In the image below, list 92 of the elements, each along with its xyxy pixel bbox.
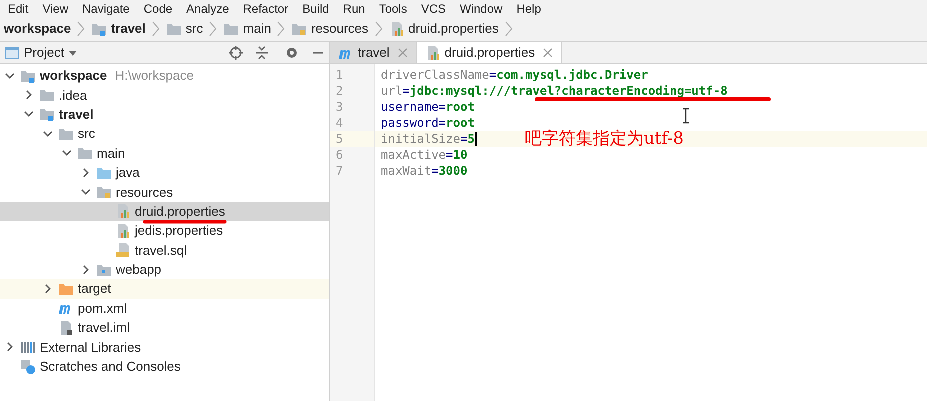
folder-icon <box>77 145 93 162</box>
menu-item[interactable]: Build <box>302 2 330 16</box>
menu-item[interactable]: Edit <box>8 2 29 16</box>
tree-row[interactable]: main <box>0 144 329 163</box>
path-hint: H:\workspace <box>115 66 194 85</box>
file-name: resources <box>116 184 174 200</box>
breadcrumb[interactable]: druid.properties <box>408 18 499 38</box>
properties-file-icon <box>115 203 131 220</box>
tree-row[interactable]: pom.xml <box>0 298 329 318</box>
file-name: travel.iml <box>78 320 130 336</box>
separator-icon <box>277 20 286 36</box>
breadcrumb[interactable]: src <box>186 18 204 38</box>
line-number: 7 <box>335 163 344 179</box>
menu-item[interactable]: Run <box>343 2 366 16</box>
library-icon <box>20 339 36 356</box>
line-number: 3 <box>335 99 344 115</box>
collapse-icon[interactable] <box>255 46 269 60</box>
folder-icon <box>39 106 55 122</box>
menu-item[interactable]: Tools <box>379 2 408 16</box>
separator-icon <box>209 20 218 36</box>
separator-icon <box>77 20 86 36</box>
tree-row[interactable]: travel.sql <box>0 240 329 260</box>
breadcrumb[interactable]: travel <box>111 18 146 38</box>
tree-row[interactable]: jedis.properties <box>0 221 329 241</box>
separator-icon <box>152 20 160 36</box>
menu-item[interactable]: View <box>42 2 68 16</box>
code-line: maxWait=3000 <box>381 163 468 179</box>
code-line: password=root <box>381 115 475 131</box>
menu-item[interactable]: VCS <box>421 2 446 16</box>
file-name: main <box>97 146 126 161</box>
editor-tab[interactable]: druid.properties <box>416 42 562 63</box>
settings-icon[interactable] <box>285 46 299 60</box>
menu-item[interactable]: Refactor <box>243 2 289 16</box>
code-line: driverClassName=com.mysql.jdbc.Driver <box>381 67 648 83</box>
window-icon <box>4 44 20 60</box>
tree-row[interactable]: travel.iml <box>0 318 329 338</box>
line-number: 6 <box>335 147 344 163</box>
file-name: pom.xml <box>78 300 128 316</box>
file-name: druid.properties <box>135 204 226 219</box>
menu-item[interactable]: Code <box>144 2 173 16</box>
line-number: 5 <box>330 131 374 147</box>
line-number: 2 <box>335 83 344 99</box>
text-cursor <box>474 132 477 146</box>
file-name: Scratches and Consoles <box>40 359 181 374</box>
code-line: maxActive=10 <box>381 147 468 163</box>
file-name: travel.sql <box>135 242 188 258</box>
breadcrumb[interactable]: main <box>243 18 272 38</box>
file-name: travel <box>59 106 94 122</box>
file-name: jedis.properties <box>135 223 224 238</box>
tree-row[interactable]: External Libraries <box>0 337 329 357</box>
code-line: username=root <box>381 99 475 115</box>
code-line: url=jdbc:mysql:///travel?characterEncoding=utf-8 <box>381 83 728 99</box>
properties-file-icon <box>115 222 131 239</box>
tree-row[interactable]: druid.properties <box>0 202 329 222</box>
tree-row[interactable]: webapp <box>0 260 329 280</box>
close-icon[interactable] <box>543 48 554 58</box>
file-name: webapp <box>116 262 162 278</box>
tree-row[interactable]: target <box>0 279 329 299</box>
file-name: target <box>78 281 112 296</box>
tree-row[interactable]: java <box>0 162 329 182</box>
tree-row[interactable]: Scratches and Consoles <box>0 356 329 376</box>
target-icon[interactable] <box>229 46 243 60</box>
tree-row[interactable]: travel <box>0 104 329 124</box>
menu-item[interactable]: Help <box>516 2 542 16</box>
separator-icon <box>374 20 383 36</box>
file-name: External Libraries <box>40 340 142 355</box>
text-cursor-icon <box>682 108 690 124</box>
file-name: .idea <box>59 88 88 103</box>
editor-tab[interactable]: travel <box>330 42 417 63</box>
module-file-icon <box>58 320 74 336</box>
file-name: workspace <box>40 68 108 84</box>
tree-row[interactable]: workspace H:\workspace <box>0 66 329 86</box>
tree-row[interactable]: src <box>0 124 329 144</box>
line-number: 1 <box>335 67 344 83</box>
tree-row[interactable]: resources <box>0 182 329 202</box>
folder-icon <box>39 87 55 104</box>
annotation-text: 吧字符集指定为utf-8 <box>524 131 684 147</box>
breadcrumb[interactable]: resources <box>311 18 369 38</box>
code-line: initialSize=5 <box>381 131 475 147</box>
sql-file-icon <box>115 242 131 258</box>
menu-item[interactable]: Analyze <box>186 2 230 16</box>
breadcrumb[interactable]: workspace <box>4 18 72 38</box>
file-name: src <box>78 126 96 142</box>
separator-icon <box>504 20 513 36</box>
line-number: 4 <box>335 115 344 131</box>
menu-item[interactable]: Window <box>460 2 503 16</box>
scratch-icon <box>20 358 36 375</box>
folder-icon <box>96 184 112 200</box>
panel-title[interactable]: Project <box>24 42 64 62</box>
menu-item[interactable]: Navigate <box>82 2 130 16</box>
file-name: java <box>116 165 140 180</box>
tree-row[interactable]: .idea <box>0 85 329 105</box>
